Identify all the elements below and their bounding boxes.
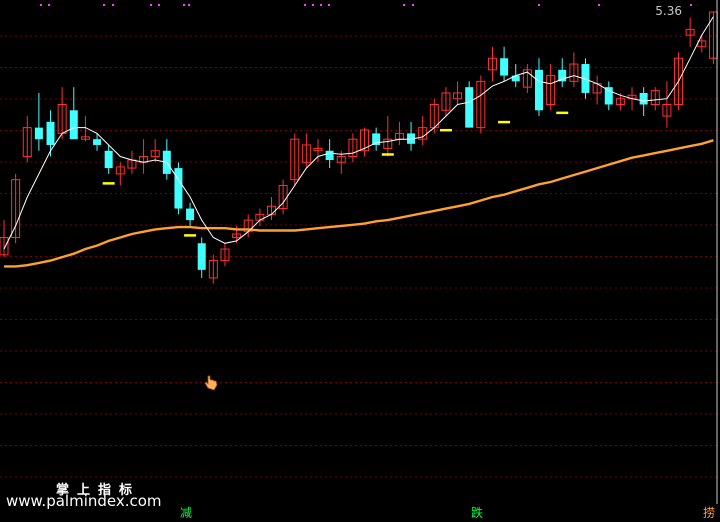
candles <box>0 11 718 284</box>
candle-down <box>534 69 543 111</box>
top-dot <box>183 4 185 6</box>
yellow-marker <box>498 120 511 124</box>
top-dot <box>690 4 692 6</box>
top-dot <box>48 4 50 6</box>
candle-down <box>93 139 102 145</box>
top-dot <box>538 4 540 6</box>
top-dot <box>328 4 330 6</box>
top-marker-dots <box>40 4 692 6</box>
candle-down <box>465 87 474 128</box>
candle-down <box>325 150 334 160</box>
top-dot <box>158 4 160 6</box>
ma-short-line <box>3 16 714 250</box>
top-dot <box>40 4 42 6</box>
candlestick-chart <box>0 0 718 504</box>
candle-down <box>186 208 195 221</box>
top-dot <box>103 4 105 6</box>
signal-label-1: 减 <box>180 506 193 520</box>
top-dot <box>403 4 405 6</box>
hand-cursor-icon <box>204 375 218 391</box>
top-dot <box>412 4 414 6</box>
yellow-marker <box>556 111 569 115</box>
yellow-marker <box>439 128 452 132</box>
yellow-marker <box>184 234 197 237</box>
candle-down <box>197 243 206 270</box>
candle-down <box>104 150 113 169</box>
top-dot <box>304 4 306 6</box>
price-label: 5.36 <box>655 4 682 18</box>
top-dot <box>312 4 314 6</box>
signal-label-3: 捞 <box>703 506 716 520</box>
candle-down <box>558 69 567 82</box>
top-dot <box>320 4 322 6</box>
candle-down <box>604 87 613 105</box>
candle-down <box>500 58 509 76</box>
signal-label-2: 跌 <box>471 506 484 520</box>
candle-down <box>174 168 183 209</box>
candle-down <box>46 121 55 145</box>
yellow-marker <box>381 153 394 156</box>
top-dot <box>112 4 114 6</box>
yellow-marker <box>102 182 115 185</box>
top-dot <box>598 4 600 6</box>
candle-down <box>34 127 43 140</box>
watermark-url: www.palmindex.com <box>6 492 162 510</box>
candle-down <box>69 110 78 140</box>
top-dot <box>150 4 152 6</box>
candle-down <box>639 92 648 105</box>
top-dot <box>188 4 190 6</box>
